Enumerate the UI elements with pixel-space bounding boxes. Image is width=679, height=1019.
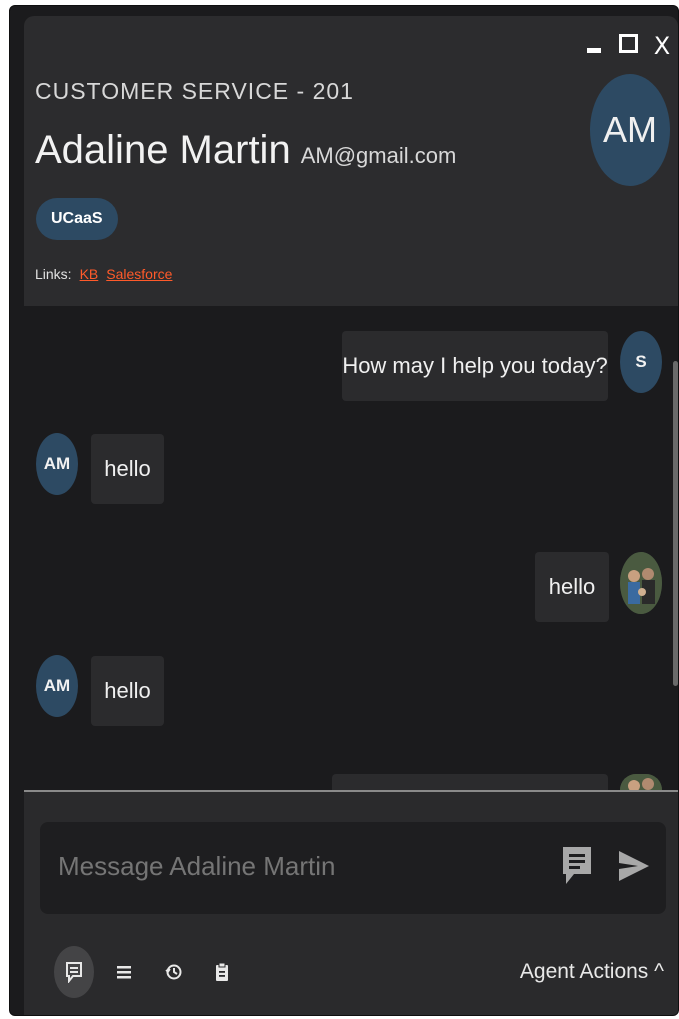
- list-icon: [117, 966, 131, 979]
- canned-response-button[interactable]: [560, 844, 594, 893]
- message-input[interactable]: [56, 850, 540, 883]
- customer-email: AM@gmail.com: [300, 143, 457, 168]
- message-bubble-agent: [332, 774, 608, 790]
- close-button[interactable]: X: [652, 34, 672, 58]
- history-icon: [165, 964, 182, 980]
- canned-response-icon: [563, 847, 591, 884]
- conversation-header: X CUSTOMER SERVICE - 201 Adaline Martin …: [24, 16, 678, 306]
- customer-avatar-small: AM: [36, 655, 78, 717]
- minimize-button[interactable]: [584, 35, 604, 57]
- customer-name: Adaline Martin: [35, 128, 291, 172]
- customer-avatar-small: AM: [36, 433, 78, 495]
- clipboard-icon: [216, 962, 228, 981]
- composer-area: Agent Actions ^: [24, 792, 678, 1015]
- queue-label: CUSTOMER SERVICE - 201: [35, 78, 354, 104]
- minimize-icon: [587, 47, 601, 53]
- message-bubble-agent: hello: [535, 552, 609, 622]
- product-tag: UCaaS: [36, 198, 118, 240]
- message-input-box: [40, 822, 666, 914]
- message-scrollbar[interactable]: [673, 361, 678, 686]
- agent-photo-icon: [620, 552, 662, 614]
- maximize-icon: [618, 34, 638, 53]
- maximize-button[interactable]: [618, 34, 638, 57]
- chat-window: X CUSTOMER SERVICE - 201 Adaline Martin …: [9, 5, 679, 1016]
- send-button[interactable]: [616, 848, 652, 889]
- link-salesforce[interactable]: Salesforce: [106, 266, 172, 282]
- message-list: How may I help you today? S AM hello hel…: [24, 306, 678, 790]
- window-controls: X: [584, 34, 672, 58]
- chat-tab-button[interactable]: [54, 946, 94, 998]
- link-kb[interactable]: KB: [80, 266, 99, 282]
- list-tab-button[interactable]: [106, 954, 142, 990]
- message-bubble-agent: How may I help you today?: [342, 331, 608, 401]
- agent-avatar: S: [620, 331, 662, 393]
- links-row: Links: KB Salesforce: [35, 266, 172, 282]
- links-label: Links:: [35, 266, 72, 282]
- agent-photo-avatar: [620, 774, 662, 790]
- agent-photo-avatar: [620, 552, 662, 614]
- bottom-toolbar: Agent Actions ^: [24, 932, 678, 1012]
- message-bubble-customer: hello: [91, 656, 164, 726]
- chat-icon: [66, 962, 82, 983]
- agent-actions-button[interactable]: Agent Actions ^: [520, 960, 664, 984]
- send-icon: [619, 851, 649, 881]
- clipboard-tab-button[interactable]: [204, 954, 240, 990]
- customer-identity: Adaline Martin AM@gmail.com: [35, 128, 456, 173]
- customer-avatar: AM: [590, 74, 670, 186]
- message-bubble-customer: hello: [91, 434, 164, 504]
- history-tab-button[interactable]: [156, 954, 192, 990]
- agent-photo-icon: [620, 774, 662, 790]
